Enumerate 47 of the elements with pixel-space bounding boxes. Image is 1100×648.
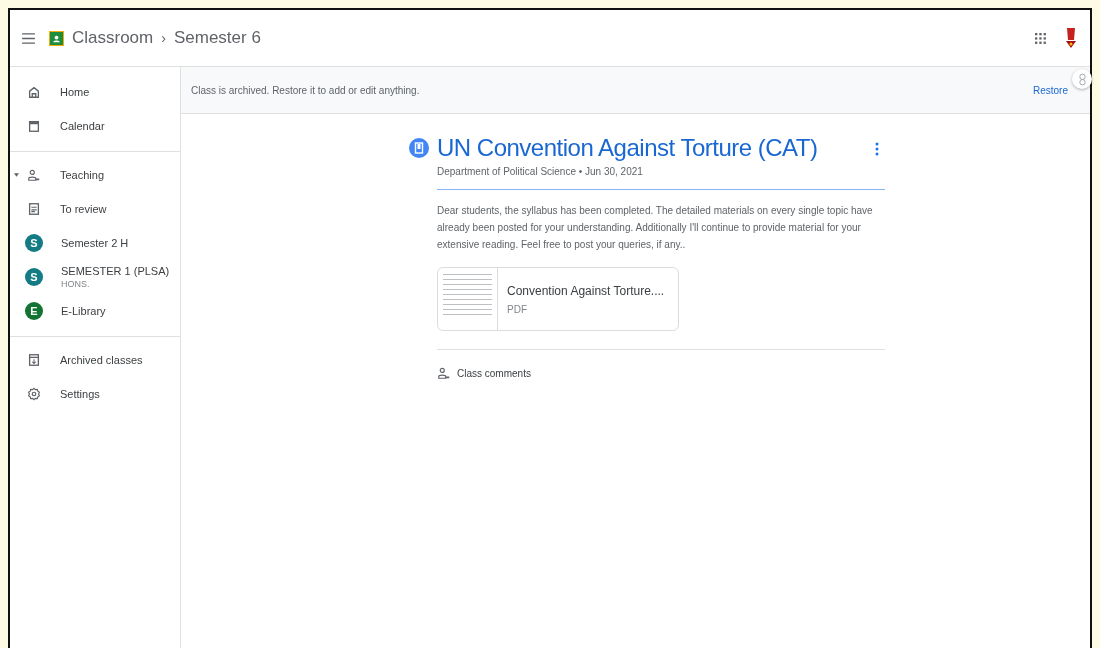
sidebar-item-label: Settings: [60, 388, 100, 400]
profile-emblem-icon[interactable]: [1064, 26, 1078, 50]
sidebar-item-label: To review: [60, 203, 107, 215]
more-options-icon[interactable]: [875, 142, 879, 156]
post-title: UN Convention Against Torture (CAT): [437, 134, 819, 162]
sidebar-item-label: Calendar: [60, 120, 105, 132]
calendar-icon: [26, 119, 42, 133]
home-icon: [26, 85, 42, 99]
class-avatar: E: [25, 302, 43, 320]
class-avatar: S: [25, 234, 43, 252]
sidebar-item[interactable]: Archived classes: [10, 343, 180, 377]
assignment-icon: [409, 138, 429, 158]
sidebar-item-label: Home: [60, 86, 90, 98]
banner-message: Class is archived. Restore it to add or edit anything.: [191, 84, 420, 96]
sidebar-item-label: SEMESTER 1 (PLSA): [61, 265, 170, 277]
sidebar-item-label: Teaching: [60, 169, 105, 181]
sidebar-item[interactable]: Settings: [10, 377, 180, 411]
attachment-name: Convention Against Torture....: [507, 283, 665, 298]
post-body: Dear students, the syllabus has been completed. The detailed materials on every single topic have already been posted for your understanding. Additionally I'll continue to provide material for your extensive reading. Feel free to post your queries, if any..: [437, 204, 874, 252]
sidebar-item[interactable]: E E-Library: [10, 294, 180, 328]
attachment-type: PDF: [507, 303, 528, 315]
apps-grid-icon[interactable]: [1035, 32, 1046, 44]
post-meta: Department of Political Science • Jun 30, 2021: [437, 166, 644, 177]
sidebar-item[interactable]: S SEMESTER 1 (PLSA) HONS.: [10, 260, 180, 294]
attachment-card[interactable]: Convention Against Torture.... PDF: [437, 267, 679, 331]
sidebar-item[interactable]: Home: [10, 75, 180, 109]
people-icon: [26, 168, 42, 182]
settings-icon: [26, 387, 42, 401]
breadcrumb-separator: ›: [161, 30, 166, 46]
class-comments-label[interactable]: Class comments: [457, 367, 531, 379]
class-avatar: S: [25, 268, 43, 286]
class-name: Semester 6: [173, 28, 261, 48]
sidebar-item-subtitle: HONS.: [61, 279, 91, 289]
sidebar-item-label: E-Library: [61, 305, 106, 317]
sidebar-item[interactable]: Teaching: [10, 158, 180, 192]
menu-icon[interactable]: [22, 32, 35, 44]
sidebar-item-label: Archived classes: [60, 354, 143, 366]
classroom-logo-icon[interactable]: [49, 30, 64, 46]
app-name-link[interactable]: Classroom: [72, 28, 154, 48]
sidebar-item-label: Semester 2 H: [61, 237, 129, 249]
archive-icon: [26, 353, 42, 367]
sidebar-item[interactable]: To review: [10, 192, 180, 226]
people-icon: [437, 366, 451, 380]
review-icon: [26, 202, 42, 216]
sidebar-item[interactable]: Calendar: [10, 109, 180, 143]
restore-button[interactable]: Restore: [1033, 80, 1068, 100]
sidebar-item[interactable]: S Semester 2 H: [10, 226, 180, 260]
